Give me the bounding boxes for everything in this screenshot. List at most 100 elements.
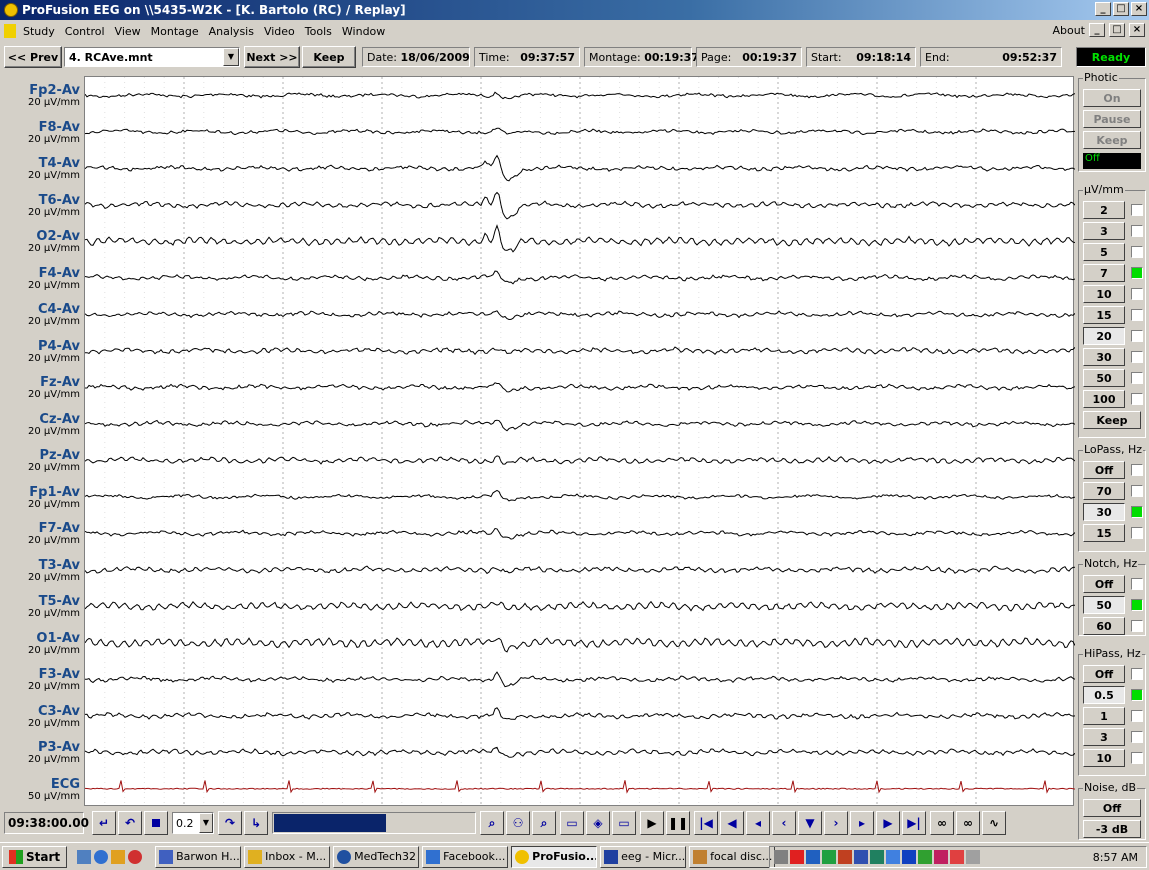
- hip-option-button[interactable]: 0.5: [1083, 686, 1125, 704]
- channel-label[interactable]: F3-Av 20 µV/mm: [0, 668, 80, 692]
- stop-icon[interactable]: [144, 811, 168, 835]
- sens-option-button[interactable]: 2: [1083, 201, 1125, 219]
- lop-option-button[interactable]: 70: [1083, 482, 1125, 500]
- channel-label[interactable]: O2-Av 20 µV/mm: [0, 230, 80, 254]
- menu-analysis[interactable]: Analysis: [204, 25, 259, 38]
- return-icon[interactable]: ↵: [92, 811, 116, 835]
- channel-label[interactable]: Fz-Av 20 µV/mm: [0, 376, 80, 400]
- prev-page-icon[interactable]: ◀: [720, 811, 744, 835]
- notch-option-button[interactable]: 50: [1083, 596, 1125, 614]
- menu-control[interactable]: Control: [60, 25, 110, 38]
- prev-step-icon[interactable]: ◂: [746, 811, 770, 835]
- lop-option-button[interactable]: 30: [1083, 503, 1125, 521]
- channel-label[interactable]: ECG 50 µV/mm: [0, 778, 80, 802]
- menu-montage[interactable]: Montage: [146, 25, 204, 38]
- hip-option-button[interactable]: 3: [1083, 728, 1125, 746]
- down-icon[interactable]: ▼: [798, 811, 822, 835]
- mdi-minimize-button[interactable]: _: [1089, 23, 1105, 37]
- mdi-maximize-button[interactable]: □: [1109, 23, 1125, 37]
- photic-pause-button[interactable]: Pause: [1083, 110, 1141, 128]
- channel-label[interactable]: Cz-Av 20 µV/mm: [0, 413, 80, 437]
- hip-checkbox[interactable]: [1131, 752, 1143, 764]
- minimize-button[interactable]: _: [1095, 2, 1111, 16]
- sens-option-button[interactable]: 100: [1083, 390, 1125, 408]
- photic-on-button[interactable]: On: [1083, 89, 1141, 107]
- next-page-icon[interactable]: ▶: [876, 811, 900, 835]
- menu-view[interactable]: View: [110, 25, 146, 38]
- channel-label[interactable]: F7-Av 20 µV/mm: [0, 522, 80, 546]
- channel-label[interactable]: T4-Av 20 µV/mm: [0, 157, 80, 181]
- bookmark-icon[interactable]: ◈: [586, 811, 610, 835]
- sens-checkbox[interactable]: [1131, 330, 1143, 342]
- waveform-icon[interactable]: ∿: [982, 811, 1006, 835]
- channel-label[interactable]: O1-Av 20 µV/mm: [0, 632, 80, 656]
- sens-checkbox[interactable]: [1131, 204, 1143, 216]
- ie-icon[interactable]: [94, 849, 109, 864]
- media-icon[interactable]: [128, 849, 143, 864]
- task-facebook[interactable]: Facebook...: [422, 845, 509, 868]
- notch-option-button[interactable]: Off: [1083, 575, 1125, 593]
- next-step-icon[interactable]: ▸: [850, 811, 874, 835]
- notch-checkbox[interactable]: [1131, 620, 1143, 632]
- task-profusion[interactable]: ProFusio...: [511, 845, 598, 868]
- sens-checkbox[interactable]: [1131, 309, 1143, 321]
- notch-checkbox[interactable]: [1131, 599, 1143, 611]
- hip-checkbox[interactable]: [1131, 731, 1143, 743]
- channel-label[interactable]: T5-Av 20 µV/mm: [0, 595, 80, 619]
- channel-label[interactable]: Fp1-Av 20 µV/mm: [0, 486, 80, 510]
- menu-video[interactable]: Video: [259, 25, 300, 38]
- last-page-icon[interactable]: ▶|: [902, 811, 926, 835]
- channel-label[interactable]: F4-Av 20 µV/mm: [0, 267, 80, 291]
- notes-icon[interactable]: ▭: [612, 811, 636, 835]
- tray-app-icon[interactable]: [822, 850, 836, 864]
- sens-option-button[interactable]: 3: [1083, 222, 1125, 240]
- sensitivity-keep-button[interactable]: Keep: [1083, 411, 1141, 429]
- glasses-grid-icon[interactable]: ∞: [956, 811, 980, 835]
- hip-option-button[interactable]: 10: [1083, 749, 1125, 767]
- book-icon[interactable]: ▭: [560, 811, 584, 835]
- lop-option-button[interactable]: 15: [1083, 524, 1125, 542]
- lop-checkbox[interactable]: [1131, 464, 1143, 476]
- sens-option-button[interactable]: 50: [1083, 369, 1125, 387]
- hip-option-button[interactable]: Off: [1083, 665, 1125, 683]
- channel-label[interactable]: T3-Av 20 µV/mm: [0, 559, 80, 583]
- sens-checkbox[interactable]: [1131, 288, 1143, 300]
- tray-app-icon[interactable]: [950, 850, 964, 864]
- task-medtech[interactable]: MedTech32: [333, 845, 420, 868]
- prev-button[interactable]: << Prev: [4, 46, 62, 68]
- sens-checkbox[interactable]: [1131, 246, 1143, 258]
- sens-option-button[interactable]: 5: [1083, 243, 1125, 261]
- next-button[interactable]: Next >>: [244, 46, 300, 68]
- lop-checkbox[interactable]: [1131, 506, 1143, 518]
- channel-label[interactable]: Pz-Av 20 µV/mm: [0, 449, 80, 473]
- notch-option-button[interactable]: 60: [1083, 617, 1125, 635]
- sens-option-button[interactable]: 7: [1083, 264, 1125, 282]
- first-page-icon[interactable]: |◀: [694, 811, 718, 835]
- task-focal[interactable]: focal disc...: [689, 845, 776, 868]
- volume-icon[interactable]: [774, 850, 788, 864]
- channel-label[interactable]: P3-Av 20 µV/mm: [0, 741, 80, 765]
- pause-icon[interactable]: ❚❚: [666, 811, 690, 835]
- tray-app-icon[interactable]: [886, 850, 900, 864]
- eeg-trace-area[interactable]: [84, 76, 1076, 807]
- notch-checkbox[interactable]: [1131, 578, 1143, 590]
- chevron-down-icon[interactable]: ▼: [199, 813, 213, 833]
- menu-study[interactable]: Study: [18, 25, 60, 38]
- tray-app-icon[interactable]: [806, 850, 820, 864]
- sens-checkbox[interactable]: [1131, 225, 1143, 237]
- sens-option-button[interactable]: 20: [1083, 327, 1125, 345]
- montage-select[interactable]: 4. RCAve.mnt ▼: [64, 47, 240, 67]
- menu-window[interactable]: Window: [337, 25, 390, 38]
- title-bar[interactable]: ProFusion EEG on \\5435-W2K - [K. Bartol…: [0, 0, 1149, 20]
- sens-option-button[interactable]: 30: [1083, 348, 1125, 366]
- tray-app-icon[interactable]: [838, 850, 852, 864]
- progress-bar[interactable]: [272, 812, 476, 834]
- channel-label[interactable]: Fp2-Av 20 µV/mm: [0, 84, 80, 108]
- tray-app-icon[interactable]: [870, 850, 884, 864]
- speed-select[interactable]: 0.2 ▼: [172, 812, 214, 834]
- close-button[interactable]: ×: [1131, 2, 1147, 16]
- tray-app-icon[interactable]: [854, 850, 868, 864]
- outlook-icon[interactable]: [111, 849, 126, 864]
- keep-button[interactable]: Keep: [302, 46, 356, 68]
- rewind-marker-icon[interactable]: ↶: [118, 811, 142, 835]
